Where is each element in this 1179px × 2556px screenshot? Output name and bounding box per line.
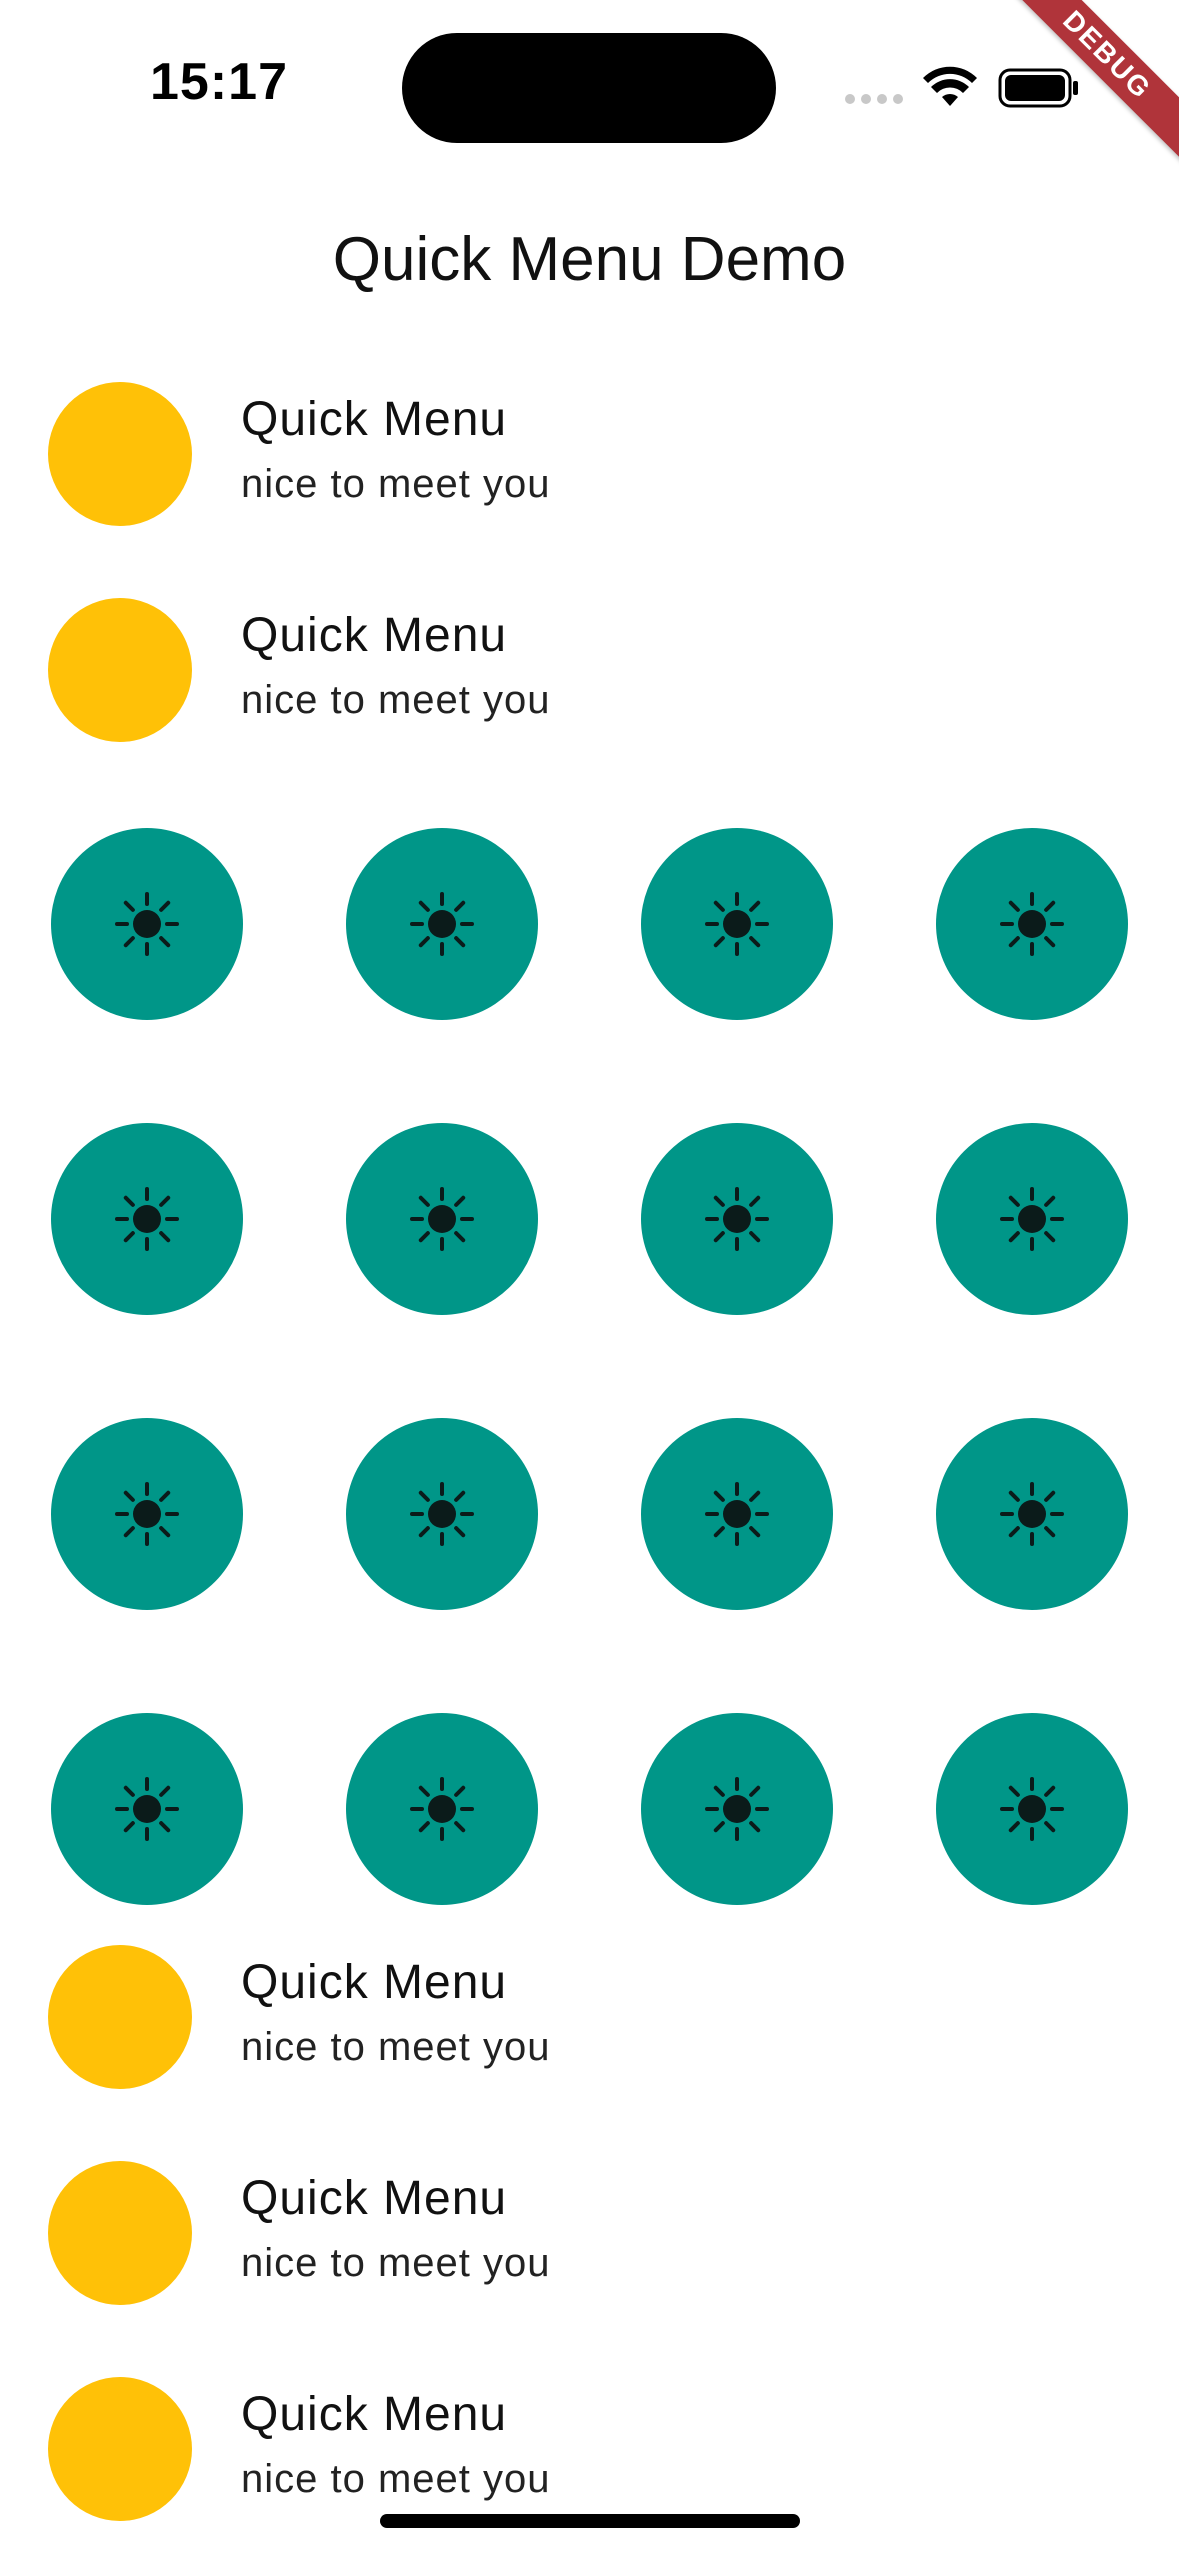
avatar	[48, 2161, 192, 2305]
page-title: Quick Menu Demo	[332, 225, 847, 294]
sun-icon	[115, 1777, 179, 1841]
quick-menu-button[interactable]	[936, 828, 1128, 1020]
list-item-title: Quick Menu	[241, 2172, 508, 2225]
list-item-subtitle: nice to meet you	[241, 2241, 551, 2285]
quick-menu-button[interactable]	[346, 1123, 538, 1315]
quick-menu-button[interactable]	[641, 828, 833, 1020]
quick-menu-button[interactable]	[346, 828, 538, 1020]
quick-menu-button[interactable]	[346, 1418, 538, 1610]
cellular-signal-icon	[845, 94, 903, 104]
avatar	[48, 2377, 192, 2521]
list-item-title: Quick Menu	[241, 609, 508, 662]
list-item[interactable]: Quick Menu nice to meet you	[0, 2133, 1179, 2313]
sun-icon	[1000, 1482, 1064, 1546]
sun-icon	[1000, 892, 1064, 956]
sun-icon	[115, 1187, 179, 1251]
list-item-title: Quick Menu	[241, 1956, 508, 2009]
quick-menu-button[interactable]	[641, 1418, 833, 1610]
quick-menu-button[interactable]	[51, 1418, 243, 1610]
dynamic-island	[402, 33, 776, 143]
list-item-title: Quick Menu	[241, 2388, 508, 2441]
list-item-subtitle: nice to meet you	[241, 2457, 551, 2501]
quick-menu-button[interactable]	[346, 1713, 538, 1905]
sun-icon	[410, 1187, 474, 1251]
quick-menu-button[interactable]	[51, 828, 243, 1020]
avatar	[48, 382, 192, 526]
home-indicator[interactable]	[380, 2514, 800, 2528]
sun-icon	[705, 1482, 769, 1546]
sun-icon	[705, 1777, 769, 1841]
avatar	[48, 1945, 192, 2089]
sun-icon	[115, 892, 179, 956]
quick-menu-button[interactable]	[936, 1418, 1128, 1610]
list-item[interactable]: Quick Menu nice to meet you	[0, 2349, 1179, 2529]
sun-icon	[410, 892, 474, 956]
list-item-subtitle: nice to meet you	[241, 678, 551, 722]
list-item[interactable]: Quick Menu nice to meet you	[0, 570, 1179, 750]
status-bar: 15:17 DEBUG	[0, 0, 1179, 180]
list-item-subtitle: nice to meet you	[241, 462, 551, 506]
sun-icon	[115, 1482, 179, 1546]
quick-menu-button[interactable]	[641, 1713, 833, 1905]
sun-icon	[410, 1777, 474, 1841]
sun-icon	[1000, 1187, 1064, 1251]
battery-icon	[998, 68, 1078, 108]
wifi-icon	[923, 66, 977, 106]
quick-menu-button[interactable]	[641, 1123, 833, 1315]
list-item-subtitle: nice to meet you	[241, 2025, 551, 2069]
quick-menu-grid	[0, 828, 1179, 1905]
quick-menu-button[interactable]	[936, 1713, 1128, 1905]
quick-menu-button[interactable]	[51, 1713, 243, 1905]
sun-icon	[705, 892, 769, 956]
status-time: 15:17	[150, 53, 288, 111]
quick-menu-button[interactable]	[51, 1123, 243, 1315]
quick-menu-button[interactable]	[936, 1123, 1128, 1315]
sun-icon	[410, 1482, 474, 1546]
sun-icon	[1000, 1777, 1064, 1841]
list-item[interactable]: Quick Menu nice to meet you	[0, 354, 1179, 534]
list-item[interactable]: Quick Menu nice to meet you	[0, 1917, 1179, 2097]
list-item-title: Quick Menu	[241, 393, 508, 446]
sun-icon	[705, 1187, 769, 1251]
avatar	[48, 598, 192, 742]
